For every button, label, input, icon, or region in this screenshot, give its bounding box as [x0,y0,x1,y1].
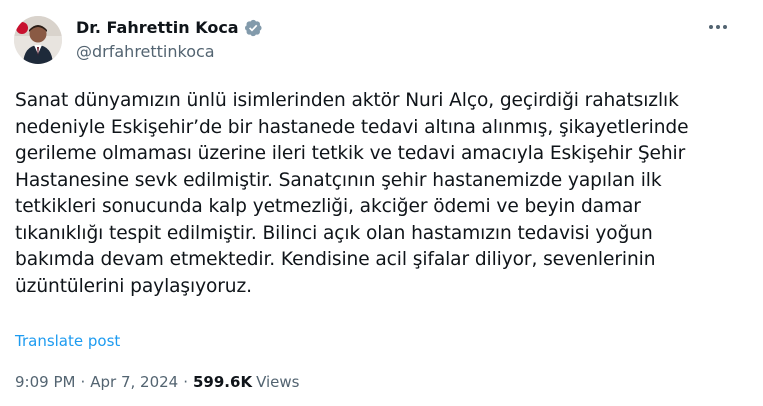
meta-separator: · [183,373,188,391]
post-card: Dr. Fahrettin Koca @drfahrettinkoca Sana… [0,0,763,406]
author-handle[interactable]: @drfahrettinkoca [76,42,215,62]
post-text-line: Hastanesine sevk edilmiştir. Sanatçının … [15,169,662,191]
verified-badge-icon [243,18,263,38]
more-horizontal-icon [709,25,713,29]
post-time[interactable]: 9:09 PM [15,372,75,392]
post-metadata: 9:09 PM · Apr 7, 2024 · 599.6K Views [15,372,300,392]
post-text-line: bakımda devam etmektedir. Kendisine acil… [15,249,656,270]
post-text-line: Sanat dünyamızın ünlü isimlerinden aktör… [15,90,679,111]
post-text-line: gerileme olmaması üzerine ileri tetkik v… [15,143,686,164]
avatar[interactable] [14,16,62,64]
post-text-line: nedeniyle Eskişehir’de bir hastanede ted… [15,116,689,138]
profile-photo-icon [14,16,62,64]
post-date[interactable]: Apr 7, 2024 [90,372,178,392]
meta-separator: · [80,373,86,391]
post-text-line: üzüntülerini paylaşıyoruz. [15,275,252,297]
post-text-line: tıkanıklığı tespit edilmiştir. Bilinci a… [15,222,653,244]
view-count[interactable]: 599.6K [193,372,252,392]
post-text: Sanat dünyamızın ünlü isimlerinden aktör… [15,88,747,300]
translate-post-link[interactable]: Translate post [15,331,120,351]
author-name-row[interactable]: Dr. Fahrettin Koca [76,18,263,38]
post-text-line: tetkikleri sonucunda kalp yetmezliği, ak… [15,196,641,217]
more-options-button[interactable] [701,14,735,40]
author-display-name[interactable]: Dr. Fahrettin Koca [76,18,239,38]
views-label: Views [256,373,300,391]
